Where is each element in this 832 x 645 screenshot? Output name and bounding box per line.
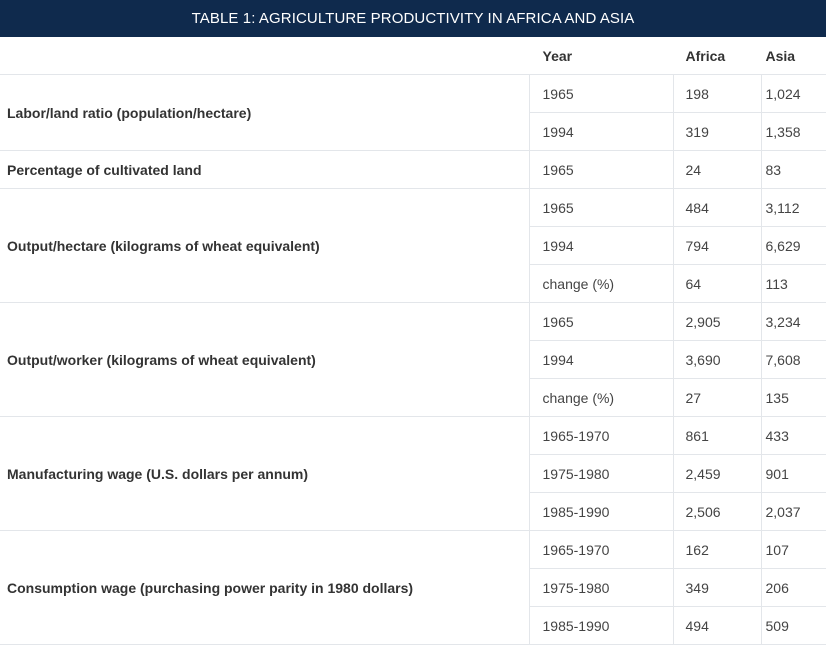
cell-asia: 509 xyxy=(760,606,826,645)
cell-year: 1965 xyxy=(528,74,673,113)
table-header-row: Year Africa Asia xyxy=(0,37,826,75)
cell-asia: 113 xyxy=(760,264,826,303)
cell-africa: 794 xyxy=(672,226,761,265)
cell-asia: 2,037 xyxy=(760,492,826,531)
cell-asia: 3,234 xyxy=(760,302,826,341)
cell-africa: 3,690 xyxy=(672,340,761,379)
table-row: Output/worker (kilograms of wheat equiva… xyxy=(0,302,826,417)
cell-africa: 2,506 xyxy=(672,492,761,531)
cell-asia: 3,112 xyxy=(760,188,826,227)
cell-year: 1965 xyxy=(528,188,673,227)
table-row: Labor/land ratio (population/hectare) 196… xyxy=(0,74,826,151)
header-label xyxy=(0,37,529,75)
cell-year: 1985-1990 xyxy=(528,606,673,645)
table-row: Manufacturing wage (U.S. dollars per ann… xyxy=(0,416,826,531)
cell-year: 1965 xyxy=(528,302,673,341)
cell-africa: 349 xyxy=(672,568,761,607)
cell-year: 1994 xyxy=(528,226,673,265)
cell-year: 1965-1970 xyxy=(528,530,673,569)
cell-asia: 206 xyxy=(760,568,826,607)
cell-africa: 162 xyxy=(672,530,761,569)
cell-africa: 861 xyxy=(672,416,761,455)
row-group-label: Manufacturing wage (U.S. dollars per ann… xyxy=(0,416,529,531)
table-row: Percentage of cultivated land 1965 24 83 xyxy=(0,150,826,189)
cell-asia: 901 xyxy=(760,454,826,493)
cell-year: 1965 xyxy=(528,150,673,189)
row-group-label: Output/hectare (kilograms of wheat equiv… xyxy=(0,188,529,303)
cell-africa: 27 xyxy=(672,378,761,417)
cell-asia: 83 xyxy=(760,150,826,189)
cell-year: 1994 xyxy=(528,340,673,379)
cell-year: 1975-1980 xyxy=(528,568,673,607)
cell-africa: 24 xyxy=(672,150,761,189)
cell-asia: 1,024 xyxy=(760,74,826,113)
cell-year: 1975-1980 xyxy=(528,454,673,493)
table-row: Consumption wage (purchasing power parit… xyxy=(0,530,826,645)
cell-africa: 2,905 xyxy=(672,302,761,341)
cell-africa: 2,459 xyxy=(672,454,761,493)
row-group-label: Labor/land ratio (population/hectare) xyxy=(0,74,529,151)
cell-asia: 6,629 xyxy=(760,226,826,265)
cell-asia: 1,358 xyxy=(760,112,826,151)
table-row: Output/hectare (kilograms of wheat equiv… xyxy=(0,188,826,303)
row-group-label: Output/worker (kilograms of wheat equiva… xyxy=(0,302,529,417)
header-africa: Africa xyxy=(672,37,761,75)
cell-africa: 64 xyxy=(672,264,761,303)
cell-asia: 135 xyxy=(760,378,826,417)
header-year: Year xyxy=(528,37,673,75)
cell-africa: 484 xyxy=(672,188,761,227)
cell-africa: 319 xyxy=(672,112,761,151)
cell-year: 1994 xyxy=(528,112,673,151)
cell-africa: 198 xyxy=(672,74,761,113)
row-group-label: Consumption wage (purchasing power parit… xyxy=(0,530,529,645)
cell-asia: 7,608 xyxy=(760,340,826,379)
cell-year: 1985-1990 xyxy=(528,492,673,531)
cell-africa: 494 xyxy=(672,606,761,645)
cell-asia: 107 xyxy=(760,530,826,569)
header-asia: Asia xyxy=(760,37,826,75)
cell-year: change (%) xyxy=(528,378,673,417)
agriculture-productivity-table: Year Africa Asia Labor/land ratio (popul… xyxy=(0,37,826,645)
cell-asia: 433 xyxy=(760,416,826,455)
table-body: Labor/land ratio (population/hectare) 196… xyxy=(0,74,826,645)
row-group-label: Percentage of cultivated land xyxy=(0,150,529,189)
cell-year: 1965-1970 xyxy=(528,416,673,455)
table-title: TABLE 1: AGRICULTURE PRODUCTIVITY IN AFR… xyxy=(0,0,826,37)
cell-year: change (%) xyxy=(528,264,673,303)
